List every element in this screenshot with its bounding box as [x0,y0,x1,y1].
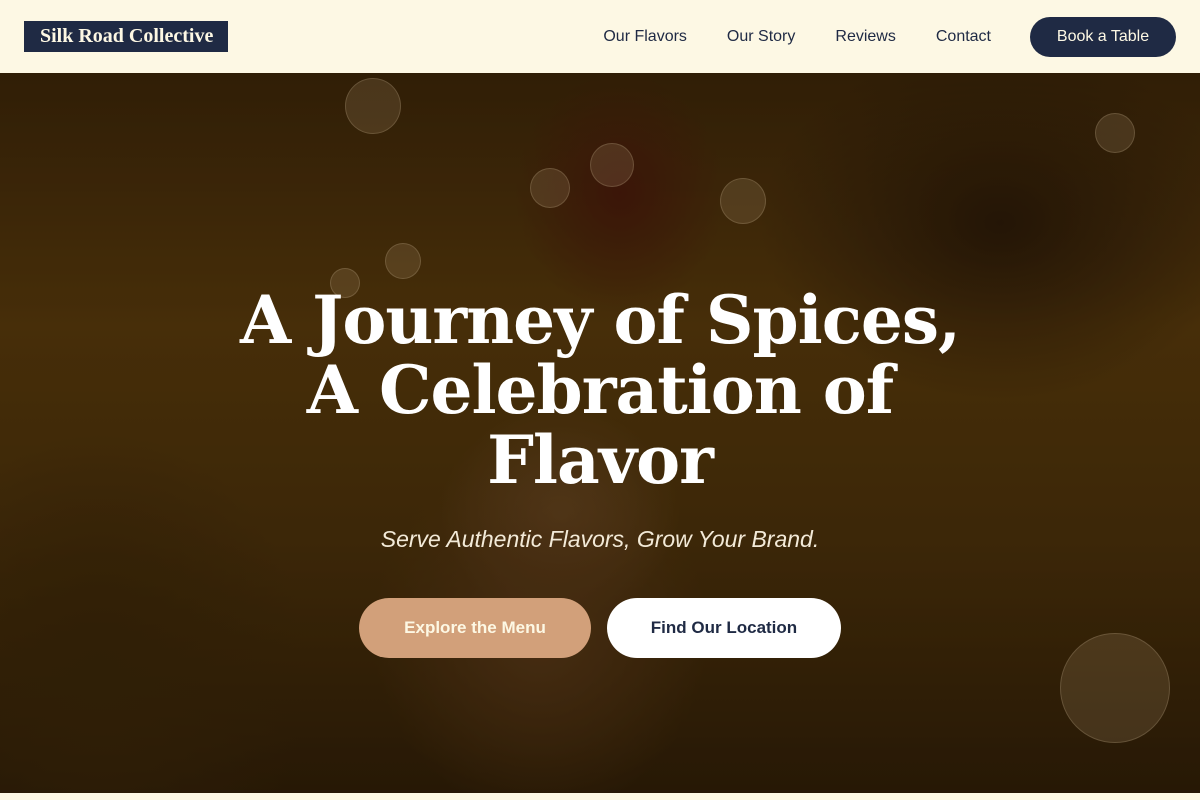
nav-link-our-flavors[interactable]: Our Flavors [603,27,687,47]
hero-content: A Journey of Spices, A Celebration of Fl… [0,73,1200,793]
hero-section: A Journey of Spices, A Celebration of Fl… [0,73,1200,793]
hero-subtitle: Serve Authentic Flavors, Grow Your Brand… [380,526,820,552]
hero-title: A Journey of Spices, A Celebration of Fl… [239,281,961,499]
top-navbar: Silk Road Collective Our Flavors Our Sto… [0,0,1200,73]
nav-link-our-story[interactable]: Our Story [727,27,795,47]
explore-menu-button[interactable]: Explore the Menu [359,598,591,658]
book-a-table-button[interactable]: Book a Table [1030,16,1176,57]
hero-cta-group: Explore the Menu Find Our Location [359,598,841,658]
site-logo[interactable]: Silk Road Collective [24,21,229,52]
page-bottom-strip [0,793,1200,800]
nav-link-contact[interactable]: Contact [936,27,991,47]
find-location-button[interactable]: Find Our Location [607,598,841,658]
nav-link-reviews[interactable]: Reviews [835,27,895,47]
main-nav: Our Flavors Our Story Reviews Contact Bo… [603,16,1176,57]
